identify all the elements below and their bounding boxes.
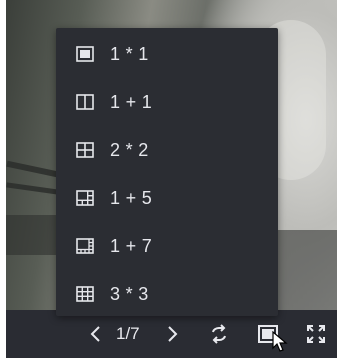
layout-option-1plus1[interactable]: 1 + 1 — [56, 80, 278, 124]
layout-option-label: 1 + 5 — [110, 188, 153, 208]
fullscreen-icon — [307, 325, 325, 343]
layout-menu: 1 * 1 1 + 1 2 * 2 1 + 5 1 + 7 3 * 3 — [56, 28, 278, 316]
layout-option-label: 1 * 1 — [110, 44, 149, 64]
layout-option-label: 2 * 2 — [110, 140, 149, 160]
layout-single-icon — [258, 325, 278, 343]
next-page-button[interactable] — [162, 322, 182, 346]
cycle-icon — [212, 324, 226, 344]
chevron-left-icon — [90, 326, 100, 342]
layout-option-label: 1 + 7 — [110, 236, 153, 256]
cycle-button[interactable] — [206, 321, 232, 347]
layout-button[interactable] — [255, 321, 281, 347]
layout-2x2-icon — [76, 141, 94, 159]
layout-option-1plus5[interactable]: 1 + 5 — [56, 176, 278, 220]
previous-page-button[interactable] — [86, 322, 106, 346]
layout-option-2x2[interactable]: 2 * 2 — [56, 128, 278, 172]
layout-option-3x3[interactable]: 3 * 3 — [56, 272, 278, 316]
chevron-right-icon — [168, 326, 178, 342]
layout-1x1-icon — [76, 45, 94, 63]
layout-1plus7-icon — [76, 237, 94, 255]
layout-1plus5-icon — [76, 189, 94, 207]
layout-option-1x1[interactable]: 1 * 1 — [56, 32, 278, 76]
page-indicator: 1/7 — [116, 324, 140, 343]
fullscreen-button[interactable] — [303, 321, 329, 347]
camera-viewer: 1/7 1 * 1 1 + 1 2 * 2 1 + 5 1 + 7 3 * 3 — [0, 0, 337, 358]
layout-option-1plus7[interactable]: 1 + 7 — [56, 224, 278, 268]
playback-toolbar: 1/7 — [6, 310, 337, 358]
layout-1plus1-icon — [76, 93, 94, 111]
layout-option-label: 1 + 1 — [110, 92, 153, 112]
layout-option-label: 3 * 3 — [110, 284, 149, 304]
layout-3x3-icon — [76, 285, 94, 303]
